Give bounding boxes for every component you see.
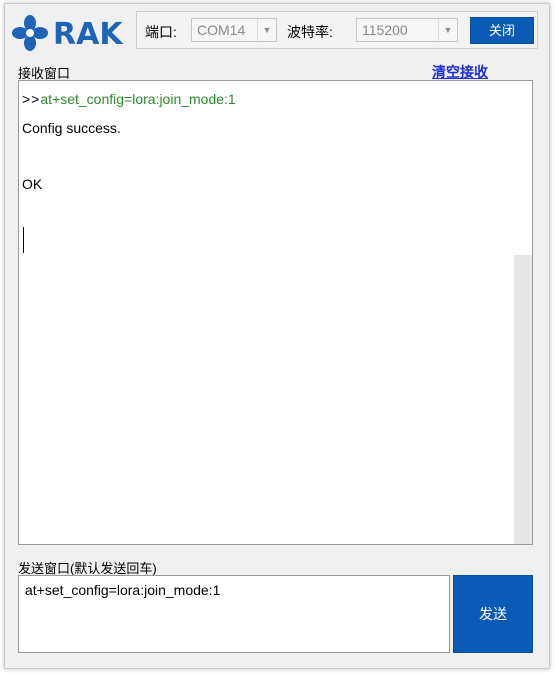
baud-value: 115200: [362, 22, 408, 38]
log-line-status: OK: [22, 176, 43, 192]
rak-logo: RAK: [11, 14, 135, 52]
chevron-down-icon[interactable]: ▼: [257, 19, 276, 41]
port-label: 端口:: [145, 24, 177, 40]
brand-name: RAK: [53, 17, 123, 52]
baud-label: 波特率:: [287, 24, 333, 40]
vertical-scrollbar[interactable]: [514, 255, 532, 544]
port-value: COM14: [197, 22, 246, 38]
baud-select[interactable]: 115200 ▼: [356, 18, 458, 42]
close-button[interactable]: 关闭: [470, 17, 534, 44]
app-window: RAK 端口: COM14 ▼ 波特率: 115200 ▼ 关闭 接收窗口 清空…: [4, 3, 550, 669]
rak-flower-icon: [12, 15, 48, 51]
send-button[interactable]: 发送: [453, 575, 533, 653]
command-text: at+set_config=lora:join_mode:1: [40, 91, 236, 107]
receive-textarea[interactable]: >>at+set_config=lora:join_mode:1 Config …: [18, 80, 533, 545]
log-line-command: >>at+set_config=lora:join_mode:1: [22, 91, 236, 107]
chevron-down-icon[interactable]: ▼: [438, 19, 457, 41]
connection-toolbar: 端口: COM14 ▼ 波特率: 115200 ▼ 关闭: [136, 11, 538, 49]
prompt-marker: >>: [22, 91, 41, 107]
text-caret: [23, 227, 24, 253]
port-select[interactable]: COM14 ▼: [191, 18, 277, 42]
send-input[interactable]: at+set_config=lora:join_mode:1: [18, 575, 450, 653]
log-line-response: Config success.: [22, 120, 121, 136]
clear-receive-link[interactable]: 清空接收: [432, 62, 488, 82]
